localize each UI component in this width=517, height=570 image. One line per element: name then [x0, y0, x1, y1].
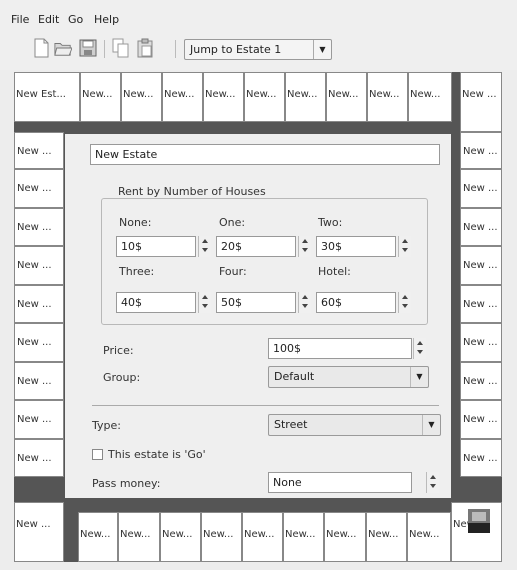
toolbar-separator	[104, 40, 105, 58]
menu-help[interactable]: Help	[94, 13, 119, 26]
new-icon[interactable]	[32, 38, 50, 58]
pass-money-label: Pass money:	[92, 477, 161, 490]
estate-cell[interactable]: New ...	[460, 439, 502, 477]
rent-two-label: Two:	[318, 216, 343, 229]
estate-cell[interactable]: New ...	[14, 132, 64, 169]
menu-edit[interactable]: Edit	[38, 13, 59, 26]
chevron-down-icon: ▼	[422, 415, 440, 435]
estate-cell[interactable]: New ...	[460, 323, 502, 362]
jump-to-estate-label: Jump to Estate 1	[190, 43, 282, 56]
estate-cell[interactable]: New...	[160, 512, 201, 562]
group-select[interactable]: Default ▼	[268, 366, 429, 388]
corner-picture-icon	[468, 509, 490, 533]
estate-cell[interactable]: New...	[80, 72, 121, 122]
estate-cell-corner[interactable]: New ...	[451, 502, 502, 562]
rent-none-label: None:	[119, 216, 152, 229]
price-spinner[interactable]	[413, 338, 426, 359]
estate-name-input[interactable]: New Estate	[90, 144, 440, 165]
estate-cell[interactable]: New ...	[14, 285, 64, 323]
rent-none-input[interactable]: 10$	[116, 236, 196, 257]
estate-cell[interactable]: New ...	[460, 72, 502, 132]
copy-icon[interactable]	[112, 38, 130, 58]
estate-cell[interactable]: New ...	[14, 502, 64, 562]
menu-bar: File Edit Go Help	[0, 0, 517, 30]
estate-cell[interactable]: New ...	[460, 400, 502, 439]
estate-cell[interactable]: New...	[201, 512, 242, 562]
rent-hotel-input[interactable]: 60$	[316, 292, 396, 313]
paste-icon[interactable]	[136, 38, 154, 58]
is-go-checkbox[interactable]	[92, 449, 103, 460]
estate-cell[interactable]: New ...	[14, 439, 64, 477]
toolbar: Jump to Estate 1 ▼	[0, 30, 517, 70]
estate-cell[interactable]: New...	[121, 72, 162, 122]
estate-cell[interactable]: New ...	[14, 246, 64, 285]
estate-cell[interactable]: New ...	[14, 400, 64, 439]
rent-two-spinner[interactable]	[398, 236, 411, 257]
estate-cell[interactable]: New...	[162, 72, 203, 122]
rent-hotel-spinner[interactable]	[398, 292, 411, 313]
price-label: Price:	[103, 344, 134, 357]
estate-cell[interactable]: New ...	[14, 208, 64, 246]
jump-to-estate-select[interactable]: Jump to Estate 1 ▼	[184, 39, 332, 60]
price-input[interactable]: 100$	[268, 338, 412, 359]
menu-file[interactable]: File	[11, 13, 29, 26]
estate-cell[interactable]: New...	[118, 512, 160, 562]
rent-hotel-label: Hotel:	[318, 265, 351, 278]
rent-one-spinner[interactable]	[298, 236, 311, 257]
rent-three-input[interactable]: 40$	[116, 292, 196, 313]
type-label: Type:	[92, 419, 121, 432]
open-icon[interactable]	[54, 38, 72, 58]
estate-cell[interactable]: New ...	[14, 169, 64, 208]
rent-four-label: Four:	[219, 265, 247, 278]
rent-two-input[interactable]: 30$	[316, 236, 396, 257]
save-icon[interactable]	[79, 38, 97, 58]
group-select-value: Default	[274, 370, 315, 383]
estate-cell[interactable]: New...	[244, 72, 285, 122]
estate-cell[interactable]: New ...	[460, 132, 502, 169]
rent-group-title: Rent by Number of Houses	[114, 185, 270, 198]
chevron-down-icon: ▼	[313, 40, 331, 59]
estate-cell[interactable]: New...	[285, 72, 326, 122]
toolbar-separator	[175, 40, 176, 58]
estate-cell[interactable]: New...	[407, 512, 451, 562]
estate-cell[interactable]: New ...	[460, 362, 502, 400]
type-select[interactable]: Street ▼	[268, 414, 441, 436]
is-go-label: This estate is 'Go'	[108, 448, 206, 461]
estate-cell[interactable]: New...	[408, 72, 452, 122]
estate-cell[interactable]: New ...	[460, 208, 502, 246]
estate-cell[interactable]: New...	[203, 72, 244, 122]
estate-cell[interactable]: New ...	[14, 323, 64, 362]
estate-cell[interactable]: New...	[366, 512, 407, 562]
estate-cell[interactable]: New...	[326, 72, 367, 122]
estate-cell[interactable]: New...	[242, 512, 283, 562]
rent-three-spinner[interactable]	[198, 292, 211, 313]
estate-cell[interactable]: New...	[367, 72, 408, 122]
group-label: Group:	[103, 371, 141, 384]
estate-cell[interactable]: New...	[78, 512, 118, 562]
rent-three-label: Three:	[119, 265, 155, 278]
rent-one-label: One:	[219, 216, 246, 229]
estate-cell[interactable]: New ...	[460, 246, 502, 285]
estate-cell[interactable]: New...	[324, 512, 366, 562]
estate-cell[interactable]: New ...	[460, 169, 502, 208]
rent-none-spinner[interactable]	[198, 236, 211, 257]
estate-cell[interactable]: New ...	[14, 362, 64, 400]
rent-one-input[interactable]: 20$	[216, 236, 296, 257]
estate-cell[interactable]: New ...	[460, 285, 502, 323]
pass-money-input[interactable]: None	[268, 472, 412, 493]
separator	[92, 405, 439, 406]
rent-four-spinner[interactable]	[298, 292, 311, 313]
estate-cell[interactable]: New Est...	[14, 72, 80, 122]
estate-cell[interactable]: New...	[283, 512, 324, 562]
pass-money-spinner[interactable]	[426, 472, 439, 493]
rent-four-input[interactable]: 50$	[216, 292, 296, 313]
menu-go[interactable]: Go	[68, 13, 83, 26]
chevron-down-icon: ▼	[410, 367, 428, 387]
type-select-value: Street	[274, 418, 308, 431]
